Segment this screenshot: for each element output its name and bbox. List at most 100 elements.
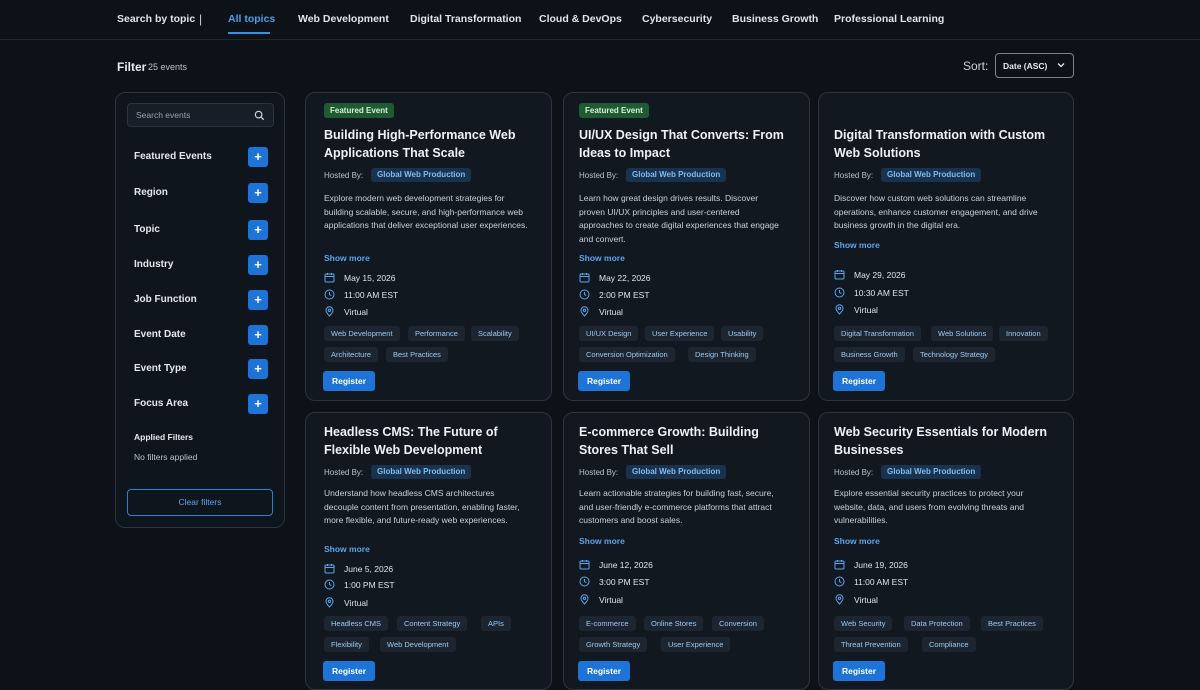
event-description: Explore essential security practices to … — [834, 488, 1024, 525]
host-badge: Global Web Production — [881, 168, 982, 182]
calendar-icon — [834, 560, 845, 570]
plus-icon[interactable]: + — [248, 220, 268, 240]
location-text: Virtual — [344, 598, 368, 608]
tag[interactable]: Design Thinking — [688, 347, 756, 362]
search-input[interactable]: Search events — [127, 103, 274, 127]
tag[interactable]: Usability — [721, 326, 764, 341]
tag[interactable]: Conversion — [712, 616, 764, 631]
tag[interactable]: Digital Transformation — [834, 326, 921, 341]
event-description: Understand how headless CMS architecture… — [324, 488, 520, 525]
featured-badge: Featured Event — [324, 103, 394, 118]
nav-separator: | — [199, 12, 203, 26]
tag[interactable]: Threat Prevention — [834, 637, 908, 652]
plus-icon[interactable]: + — [248, 325, 268, 345]
filter-label: Job Function — [134, 294, 197, 305]
filter-region[interactable]: Region + — [134, 183, 268, 203]
search-icon — [254, 110, 265, 121]
tab-cybersecurity[interactable]: Cybersecurity — [642, 13, 712, 25]
tag[interactable]: APIs — [481, 616, 511, 631]
tag[interactable]: Data Protection — [904, 616, 970, 631]
tag[interactable]: E-commerce — [579, 616, 636, 631]
tag[interactable]: Scalability — [471, 326, 519, 341]
plus-icon[interactable]: + — [248, 359, 268, 379]
show-more-link[interactable]: Show more — [834, 536, 880, 546]
tag[interactable]: Web Development — [380, 637, 456, 652]
tag[interactable]: Content Strategy — [397, 616, 468, 631]
tag[interactable]: User Experience — [661, 637, 731, 652]
show-more-link[interactable]: Show more — [579, 253, 625, 263]
filter-topic[interactable]: Topic + — [134, 220, 268, 240]
date-text: June 5, 2026 — [344, 564, 394, 574]
filter-featured-events[interactable]: Featured Events + — [134, 147, 268, 167]
register-button[interactable]: Register — [833, 661, 885, 681]
filter-event-date[interactable]: Event Date + — [134, 325, 268, 345]
time-text: 2:00 PM EST — [599, 290, 650, 300]
event-title[interactable]: E-commerce Growth: Building Stores That … — [579, 424, 794, 459]
clear-filters-button[interactable]: Clear filters — [127, 489, 273, 516]
show-more-link[interactable]: Show more — [834, 240, 880, 250]
host-badge: Global Web Production — [371, 168, 472, 182]
tag[interactable]: Conversion Optimization — [579, 347, 675, 362]
sort-select[interactable]: Date (ASC) — [995, 53, 1074, 78]
search-placeholder: Search events — [136, 110, 191, 120]
event-title[interactable]: UI/UX Design That Converts: From Ideas t… — [579, 127, 794, 162]
applied-filters-title: Applied Filters — [134, 432, 194, 442]
location-text: Virtual — [599, 307, 623, 317]
tag[interactable]: Business Growth — [834, 347, 905, 362]
time-text: 3:00 PM EST — [599, 577, 650, 587]
clock-icon — [834, 287, 845, 298]
tag[interactable]: Compliance — [922, 637, 976, 652]
tab-web-development[interactable]: Web Development — [298, 13, 389, 25]
plus-icon[interactable]: + — [248, 147, 268, 167]
plus-icon[interactable]: + — [248, 290, 268, 310]
hosted-by-label: Hosted By: — [324, 171, 364, 180]
sort-value: Date (ASC) — [1003, 60, 1048, 71]
plus-icon[interactable]: + — [248, 394, 268, 414]
tag[interactable]: Best Practices — [386, 347, 448, 362]
register-button[interactable]: Register — [323, 661, 375, 681]
tag[interactable]: Performance — [408, 326, 465, 341]
tag[interactable]: Architecture — [324, 347, 379, 362]
show-more-link[interactable]: Show more — [324, 253, 370, 263]
time-text: 1:00 PM EST — [344, 580, 395, 590]
filter-event-type[interactable]: Event Type + — [134, 359, 268, 379]
event-title[interactable]: Building High-Performance Web Applicatio… — [324, 127, 539, 162]
time-text: 11:00 AM EST — [344, 290, 399, 300]
tag[interactable]: Best Practices — [981, 616, 1043, 631]
tag[interactable]: Innovation — [999, 326, 1048, 341]
register-button[interactable]: Register — [578, 661, 630, 681]
tag[interactable]: Web Security — [834, 616, 893, 631]
filter-industry[interactable]: Industry + — [134, 255, 268, 275]
event-title[interactable]: Web Security Essentials for Modern Busin… — [834, 424, 1049, 459]
show-more-link[interactable]: Show more — [579, 536, 625, 546]
filter-job-function[interactable]: Job Function + — [134, 290, 268, 310]
plus-icon[interactable]: + — [248, 255, 268, 275]
filter-focus-area[interactable]: Focus Area + — [134, 394, 268, 414]
show-more-link[interactable]: Show more — [324, 544, 370, 554]
event-card: Headless CMS: The Future of Flexible Web… — [305, 412, 552, 690]
tag[interactable]: Web Solutions — [931, 326, 994, 341]
register-button[interactable]: Register — [323, 371, 375, 391]
tab-business-growth[interactable]: Business Growth — [732, 13, 818, 25]
register-button[interactable]: Register — [578, 371, 630, 391]
location-pin-icon — [835, 304, 844, 315]
tab-professional-learning[interactable]: Professional Learning — [834, 13, 944, 25]
date-text: May 22, 2026 — [599, 273, 651, 283]
tab-all-topics[interactable]: All topics — [228, 13, 275, 25]
register-button[interactable]: Register — [833, 371, 885, 391]
tab-digital-transformation[interactable]: Digital Transformation — [410, 13, 521, 25]
tag[interactable]: Headless CMS — [324, 616, 389, 631]
tag[interactable]: Web Development — [324, 326, 400, 341]
tab-cloud-devops[interactable]: Cloud & DevOps — [539, 13, 622, 25]
tag[interactable]: User Experience — [645, 326, 715, 341]
tag[interactable]: Growth Strategy — [579, 637, 648, 652]
tag[interactable]: Technology Strategy — [913, 347, 995, 362]
event-title[interactable]: Digital Transformation with Custom Web S… — [834, 127, 1049, 162]
tag[interactable]: Flexibility — [324, 637, 369, 652]
date-text: May 15, 2026 — [344, 273, 396, 283]
tag[interactable]: Online Stores — [644, 616, 704, 631]
event-title[interactable]: Headless CMS: The Future of Flexible Web… — [324, 424, 539, 459]
topic-nav: Search by topic | All topics Web Develop… — [0, 0, 1200, 40]
plus-icon[interactable]: + — [248, 183, 268, 203]
tag[interactable]: UI/UX Design — [579, 326, 639, 341]
